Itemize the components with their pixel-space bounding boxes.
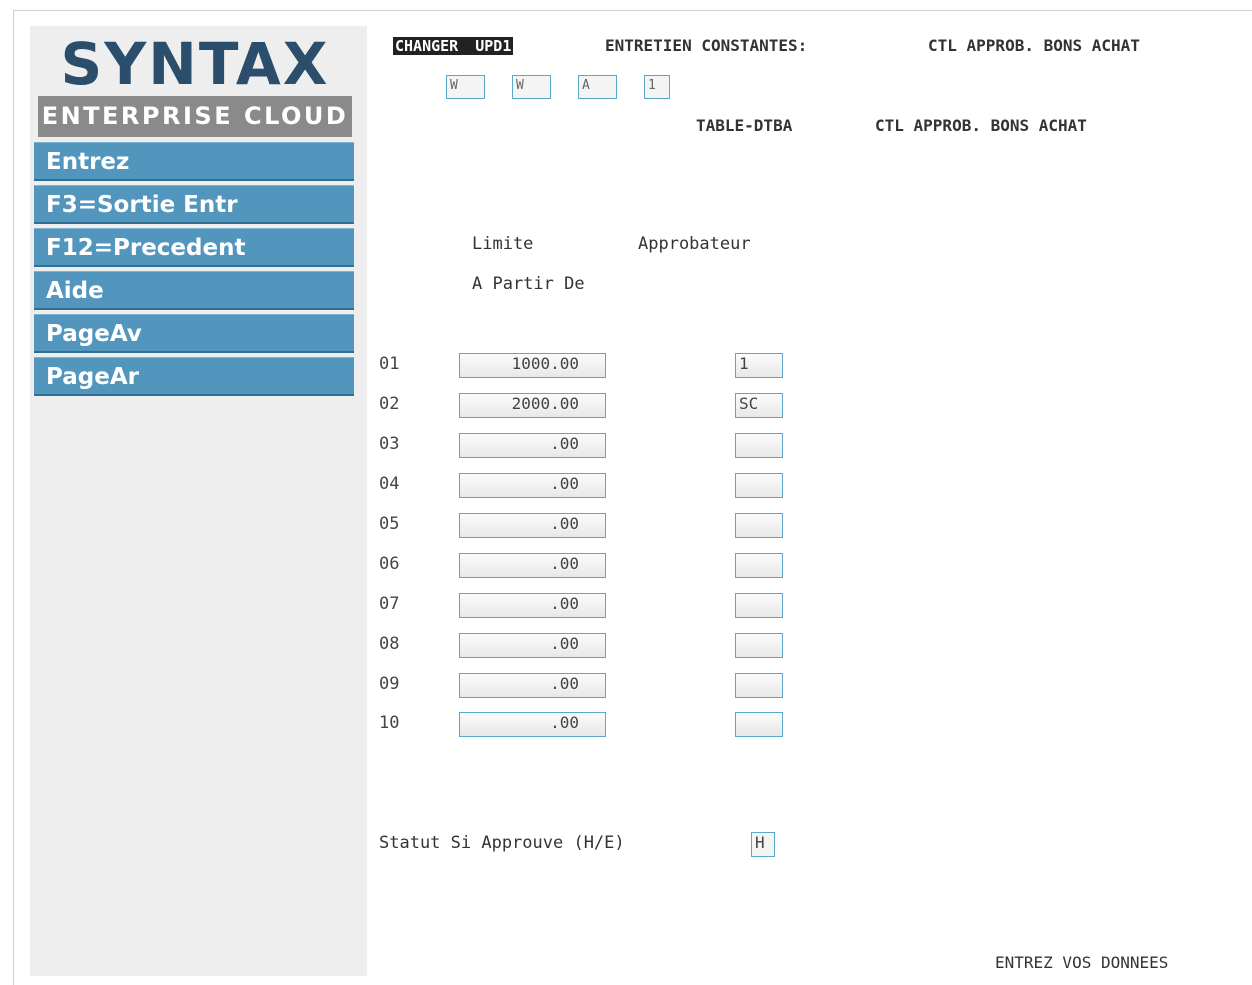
row-number: 02 <box>379 394 400 414</box>
mode-indicator: CHANGER UPD1 <box>393 36 514 56</box>
f12-previous-button[interactable]: F12=Precedent <box>34 228 354 267</box>
syntax-logo: SYNTAX <box>60 30 330 98</box>
approver-field[interactable] <box>735 433 783 458</box>
approver-field[interactable] <box>735 473 783 498</box>
limit-field[interactable]: 2000.00 <box>459 393 606 418</box>
approver-field[interactable] <box>735 553 783 578</box>
row-number: 09 <box>379 674 400 694</box>
f3-exit-button[interactable]: F3=Sortie Entr <box>34 185 354 224</box>
key-field-2[interactable]: W <box>512 75 551 99</box>
row-number: 05 <box>379 514 400 534</box>
approver-field[interactable] <box>735 513 783 538</box>
limit-field[interactable]: .00 <box>459 633 606 658</box>
row-number: 10 <box>379 713 400 733</box>
row-number: 03 <box>379 434 400 454</box>
approver-field[interactable] <box>735 633 783 658</box>
approver-field[interactable] <box>735 673 783 698</box>
key-field-4[interactable]: 1 <box>644 75 670 99</box>
approver-field[interactable]: SC <box>735 393 783 418</box>
approver-field[interactable] <box>735 712 783 737</box>
row-number: 04 <box>379 474 400 494</box>
key-field-1[interactable]: W <box>446 75 485 99</box>
limit-field[interactable]: .00 <box>459 553 606 578</box>
row-number: 08 <box>379 634 400 654</box>
key-field-3[interactable]: A <box>578 75 617 99</box>
mode-label: CHANGER <box>393 37 461 55</box>
screen-title: ENTRETIEN CONSTANTES: <box>605 36 808 55</box>
limit-field[interactable]: .00 <box>459 513 606 538</box>
help-button[interactable]: Aide <box>34 271 354 310</box>
limit-field[interactable]: .00 <box>459 593 606 618</box>
footer-message: ENTREZ VOS DONNEES <box>995 953 1169 972</box>
page-back-button[interactable]: PageAr <box>34 357 354 396</box>
entrez-button[interactable]: Entrez <box>34 142 354 181</box>
page-forward-button[interactable]: PageAv <box>34 314 354 353</box>
row-number: 01 <box>379 354 400 374</box>
enterprise-cloud-logo: ENTERPRISE CLOUD <box>38 96 352 137</box>
screen-description: CTL APPROB. BONS ACHAT <box>928 36 1140 55</box>
limit-column-header: Limite <box>472 234 534 254</box>
table-name: TABLE-DTBA <box>696 116 793 135</box>
limit-field[interactable]: .00 <box>459 473 606 498</box>
limit-field[interactable]: 1000.00 <box>459 353 606 378</box>
status-label: Statut Si Approuve (H/E) <box>379 833 625 853</box>
approver-column-header: Approbateur <box>638 234 751 254</box>
table-description: CTL APPROB. BONS ACHAT <box>875 116 1087 135</box>
approver-field[interactable] <box>735 593 783 618</box>
limit-column-subheader: A Partir De <box>472 274 585 294</box>
row-number: 06 <box>379 554 400 574</box>
program-label: UPD1 <box>473 37 514 55</box>
limit-field[interactable]: .00 <box>459 673 606 698</box>
status-field[interactable]: H <box>751 832 775 857</box>
approver-field[interactable]: 1 <box>735 353 783 378</box>
row-number: 07 <box>379 594 400 614</box>
limit-field[interactable]: .00 <box>459 712 606 737</box>
limit-field[interactable]: .00 <box>459 433 606 458</box>
